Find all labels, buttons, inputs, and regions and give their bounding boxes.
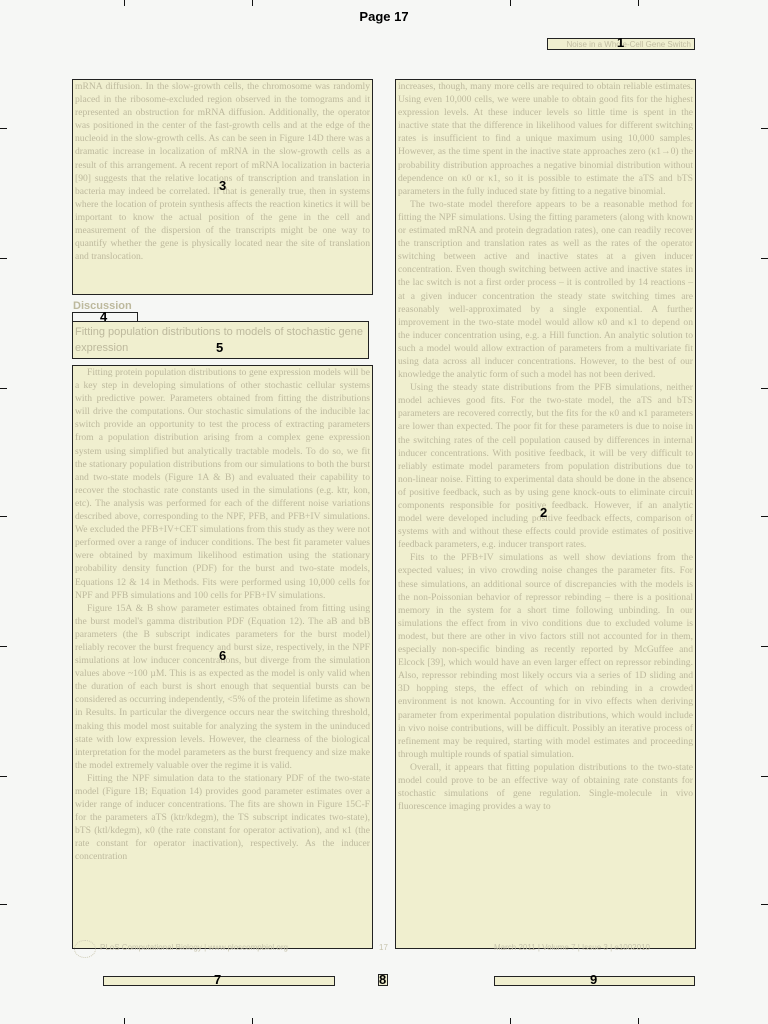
region-number: 7 [214,972,222,987]
paragraph: Using the steady state distributions fro… [398,382,693,551]
right-column-body: increases, though, many more cells are r… [396,80,695,813]
margin-tick [761,904,768,905]
footer-issue: March 2011 | Volume 7 | Issue 3 | e10020… [494,943,650,952]
paragraph: The two-state model therefore appears to… [398,198,693,381]
margin-tick [638,1018,639,1024]
margin-tick [0,776,7,777]
paragraph: Overall, it appears that fitting populat… [398,761,693,813]
paragraph: Figure 15A & B show parameter estimates … [75,602,370,771]
margin-tick [0,258,7,259]
footer-journal: PLoS Computational Biology | www.ploscom… [100,943,288,952]
margin-tick [761,258,768,259]
region-number: 2 [540,505,548,520]
margin-tick [124,0,125,6]
paragraph: Fitting the NPF simulation data to the s… [75,772,370,863]
margin-tick [252,0,253,6]
margin-tick [761,776,768,777]
region-number: 8 [379,972,387,987]
margin-tick [252,1018,253,1024]
margin-tick [761,646,768,647]
margin-tick [0,904,7,905]
margin-tick [638,0,639,6]
margin-tick [0,646,7,647]
margin-tick [761,128,768,129]
paragraph: increases, though, many more cells are r… [398,81,693,197]
margin-tick [0,128,7,129]
margin-tick [0,516,7,517]
region-number: 4 [100,309,108,324]
journal-logo-icon [74,940,96,958]
region-number: 5 [216,340,224,355]
margin-tick [761,516,768,517]
region-number: 6 [219,648,227,663]
margin-tick [761,388,768,389]
region-number: 3 [219,178,227,193]
margin-tick [0,388,7,389]
page-label: Page 17 [359,9,409,24]
margin-tick [124,1018,125,1024]
region-number: 1 [617,35,625,50]
region-number: 9 [590,972,598,987]
footer-page-number: 17 [379,943,388,952]
margin-tick [510,1018,511,1024]
left-top-paragraph: mRNA diffusion. In the slow-growth cells… [75,81,370,263]
paragraph: Fits to the PFB+IV simulations as well s… [398,552,693,760]
margin-tick [510,0,511,6]
left-main-body: Fitting protein population distributions… [73,366,372,864]
paragraph: Fitting protein population distributions… [75,367,370,601]
